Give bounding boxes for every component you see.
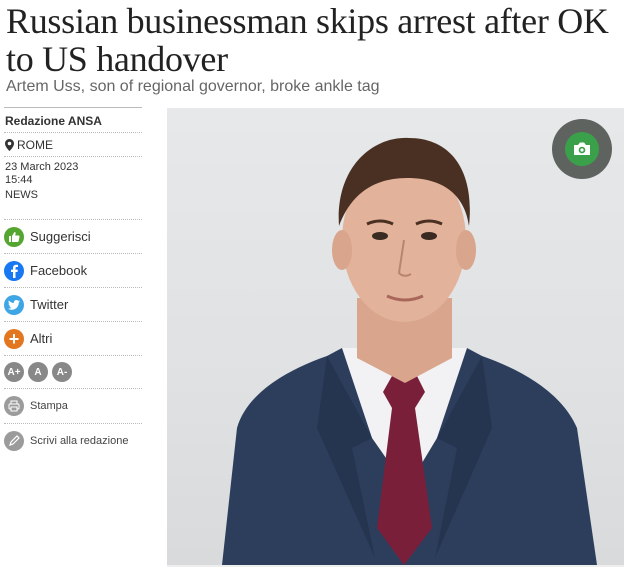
more-label: Altri xyxy=(30,331,53,346)
portrait-illustration xyxy=(222,137,597,565)
facebook-share-button[interactable]: Facebook xyxy=(4,254,142,287)
pen-icon xyxy=(4,431,24,451)
print-button[interactable]: Stampa xyxy=(4,389,142,423)
article-sidebar: Redazione ANSA ROME 23 March 2023 15:44 … xyxy=(4,107,142,458)
article-category: NEWS xyxy=(5,189,38,201)
twitter-bird-icon xyxy=(4,294,24,315)
facebook-label: Facebook xyxy=(30,263,88,278)
publish-date: 23 March 2023 xyxy=(5,161,79,173)
author-name: Redazione ANSA xyxy=(5,114,102,128)
font-reset-button[interactable]: A xyxy=(28,362,48,382)
map-pin-icon xyxy=(5,139,14,151)
more-share-button[interactable]: + Altri xyxy=(4,322,142,355)
printer-icon xyxy=(4,396,24,416)
font-decrease-button[interactable]: A- xyxy=(52,362,72,382)
suggest-button[interactable]: Suggerisci xyxy=(4,220,142,253)
article-subtitle: Artem Uss, son of regional governor, bro… xyxy=(6,78,380,95)
twitter-share-button[interactable]: Twitter xyxy=(4,288,142,321)
camera-icon xyxy=(565,132,599,166)
article-headline: Russian businessman skips arrest after O… xyxy=(6,1,609,79)
photo-gallery-button[interactable] xyxy=(552,119,612,179)
font-increase-button[interactable]: A+ xyxy=(4,362,24,382)
location-label: ROME xyxy=(17,138,53,152)
facebook-icon xyxy=(4,260,24,281)
font-size-controls: A+ A A- xyxy=(4,356,142,388)
write-to-editors-button[interactable]: Scrivi alla redazione xyxy=(4,424,142,458)
thumbs-up-icon xyxy=(4,226,24,247)
twitter-label: Twitter xyxy=(30,297,69,312)
plus-icon: + xyxy=(4,328,24,349)
photo-bottom-border xyxy=(167,565,624,567)
write-label: Scrivi alla redazione xyxy=(30,435,129,447)
print-label: Stampa xyxy=(30,400,68,412)
suggest-label: Suggerisci xyxy=(30,229,91,244)
location: ROME xyxy=(4,133,142,156)
publish-time: 15:44 xyxy=(5,174,33,186)
article-photo[interactable] xyxy=(167,108,624,565)
